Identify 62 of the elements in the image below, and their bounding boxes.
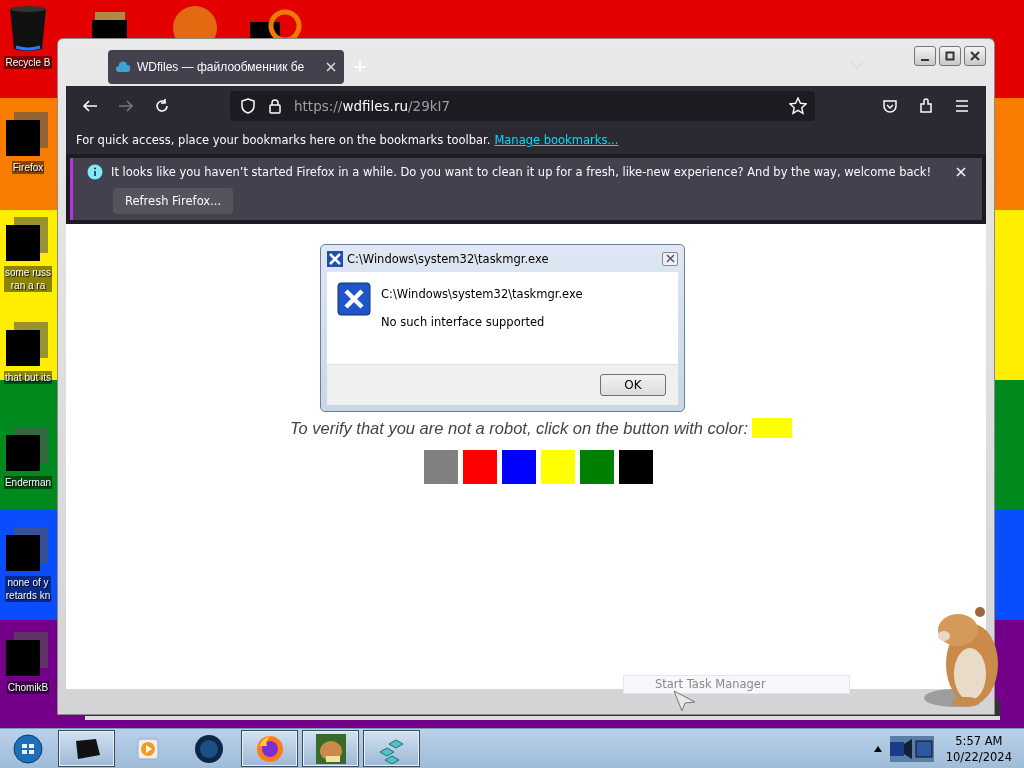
dialog-path: C:\Windows\system32\taskmgr.exe xyxy=(381,287,583,301)
minimize-icon xyxy=(921,58,929,61)
forward-icon[interactable] xyxy=(118,98,134,114)
caret-icon[interactable] xyxy=(873,745,882,752)
dialog-title: C:\Windows\system32\taskmgr.exe xyxy=(347,251,549,266)
clock[interactable]: 5:57 AM 10/22/2024 xyxy=(941,732,1024,765)
taskbar-button[interactable] xyxy=(363,730,420,767)
firefox-icon xyxy=(254,733,285,764)
info-icon xyxy=(87,164,103,180)
desktop-icon-label[interactable]: Enderman xyxy=(3,476,53,489)
color-choice-button[interactable] xyxy=(501,450,536,484)
tray-icons-drawing[interactable] xyxy=(889,735,934,762)
maximize-button[interactable] xyxy=(939,46,961,66)
desktop-icon-label[interactable]: Firefox xyxy=(11,161,45,174)
recycle-bin-icon[interactable] xyxy=(8,5,48,53)
desktop-icon-label[interactable]: Recycle B xyxy=(4,56,52,69)
captcha-prompt: To verify that you are not a robot, click on the button with color: xyxy=(290,418,748,438)
minimize-button[interactable] xyxy=(914,46,936,66)
desktop-icon-label[interactable]: none of y retards kn xyxy=(4,576,52,602)
color-choice-button[interactable] xyxy=(540,450,575,484)
address-bar[interactable]: https://wdfiles.ru/29kI7 xyxy=(230,91,815,121)
close-icon xyxy=(665,254,675,263)
pocket-icon[interactable] xyxy=(882,98,898,114)
redacted-icon[interactable] xyxy=(6,320,50,368)
bookmarks-hint: For quick access, place your bookmarks here on the bookmarks toolbar. xyxy=(76,133,491,147)
taskbar-button[interactable] xyxy=(58,730,115,767)
color-choice-button[interactable] xyxy=(423,450,458,484)
manage-bookmarks-link[interactable]: Manage bookmarks... xyxy=(494,133,619,147)
menu-icon[interactable] xyxy=(954,98,970,114)
shield-icon[interactable] xyxy=(240,98,256,114)
browser-tab[interactable]: WDfiles — файлообменник бе xyxy=(108,50,344,84)
color-choice-button[interactable] xyxy=(462,450,497,484)
desktop-icon-label[interactable]: some russ ran a ra xyxy=(3,266,53,292)
error-icon xyxy=(327,250,343,267)
close-icon[interactable] xyxy=(326,62,336,72)
notification-message: It looks like you haven’t started Firefox in a while. Do you want to clean it up for a fresh, like-new experience? And by the way, welcome back! xyxy=(111,165,932,179)
back-icon[interactable] xyxy=(82,98,98,114)
ok-button[interactable]: OK xyxy=(600,374,666,396)
dialog-message: No such interface supported xyxy=(381,315,546,329)
color-choice-button[interactable] xyxy=(618,450,653,484)
maximize-icon xyxy=(945,51,955,61)
globe-icon xyxy=(193,733,224,764)
windows-logo-icon xyxy=(13,733,43,764)
star-icon[interactable] xyxy=(789,97,807,115)
color-choice-button[interactable] xyxy=(579,450,614,484)
redacted-icon[interactable] xyxy=(6,215,50,263)
cloud-icon xyxy=(116,61,130,73)
close-button[interactable] xyxy=(662,251,678,266)
desktop-icon-label[interactable]: ChomikB xyxy=(6,681,50,694)
refresh-firefox-button[interactable]: Refresh Firefox... xyxy=(113,188,234,214)
reload-icon[interactable] xyxy=(154,98,170,114)
lock-icon[interactable] xyxy=(268,98,282,114)
close-icon xyxy=(970,51,980,61)
hamster-icon xyxy=(315,733,346,764)
extensions-icon[interactable] xyxy=(918,98,934,114)
play-icon xyxy=(134,736,161,761)
desktop-icon-label[interactable]: that but its xyxy=(3,371,53,384)
redacted-icon[interactable] xyxy=(6,110,50,158)
taskbar-button[interactable] xyxy=(302,730,359,767)
taskbar-button[interactable] xyxy=(241,730,298,767)
error-icon xyxy=(337,282,371,316)
close-button[interactable] xyxy=(964,46,986,66)
